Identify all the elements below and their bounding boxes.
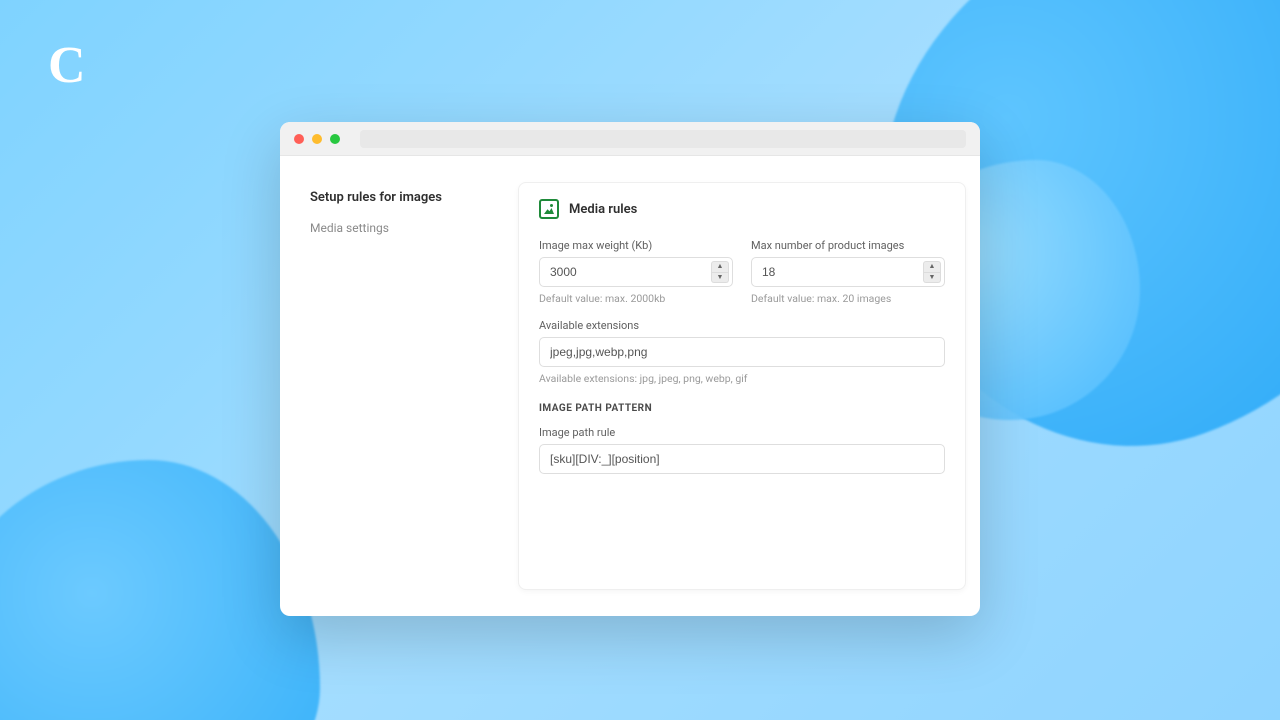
field-extensions: Available extensions Available extension… bbox=[539, 319, 945, 385]
sidebar: Setup rules for images Media settings bbox=[310, 182, 500, 590]
step-down-button[interactable]: ▼ bbox=[711, 273, 729, 284]
help-extensions: Available extensions: jpg, jpeg, png, we… bbox=[539, 372, 945, 385]
label-path-rule: Image path rule bbox=[539, 426, 945, 439]
step-down-button[interactable]: ▼ bbox=[923, 273, 941, 284]
media-rules-panel: Media rules Image max weight (Kb) ▲ ▼ De… bbox=[518, 182, 966, 590]
window-minimize-icon[interactable] bbox=[312, 134, 322, 144]
field-max-weight: Image max weight (Kb) ▲ ▼ Default value:… bbox=[539, 239, 733, 305]
panel-header: Media rules bbox=[539, 199, 945, 219]
input-path-rule[interactable] bbox=[539, 444, 945, 474]
help-max-images: Default value: max. 20 images bbox=[751, 292, 945, 305]
label-max-images: Max number of product images bbox=[751, 239, 945, 252]
section-heading-path: IMAGE PATH PATTERN bbox=[539, 403, 945, 414]
browser-window: Setup rules for images Media settings Me… bbox=[280, 122, 980, 616]
background-blob bbox=[0, 460, 320, 720]
stepper-max-weight: ▲ ▼ bbox=[711, 261, 729, 283]
image-icon bbox=[539, 199, 559, 219]
window-close-icon[interactable] bbox=[294, 134, 304, 144]
step-up-button[interactable]: ▲ bbox=[711, 261, 729, 273]
label-extensions: Available extensions bbox=[539, 319, 945, 332]
field-path-rule: Image path rule bbox=[539, 426, 945, 474]
field-max-images: Max number of product images ▲ ▼ Default… bbox=[751, 239, 945, 305]
help-max-weight: Default value: max. 2000kb bbox=[539, 292, 733, 305]
page-content: Setup rules for images Media settings Me… bbox=[280, 156, 980, 616]
panel-title: Media rules bbox=[569, 202, 637, 217]
input-max-weight[interactable] bbox=[539, 257, 733, 287]
label-max-weight: Image max weight (Kb) bbox=[539, 239, 733, 252]
step-up-button[interactable]: ▲ bbox=[923, 261, 941, 273]
stepper-max-images: ▲ ▼ bbox=[923, 261, 941, 283]
address-bar[interactable] bbox=[360, 130, 966, 148]
brand-logo: C bbox=[48, 36, 86, 95]
browser-titlebar bbox=[280, 122, 980, 156]
sidebar-title: Setup rules for images bbox=[310, 190, 500, 205]
window-maximize-icon[interactable] bbox=[330, 134, 340, 144]
input-extensions[interactable] bbox=[539, 337, 945, 367]
input-max-images[interactable] bbox=[751, 257, 945, 287]
sidebar-item-media-settings[interactable]: Media settings bbox=[310, 221, 500, 235]
